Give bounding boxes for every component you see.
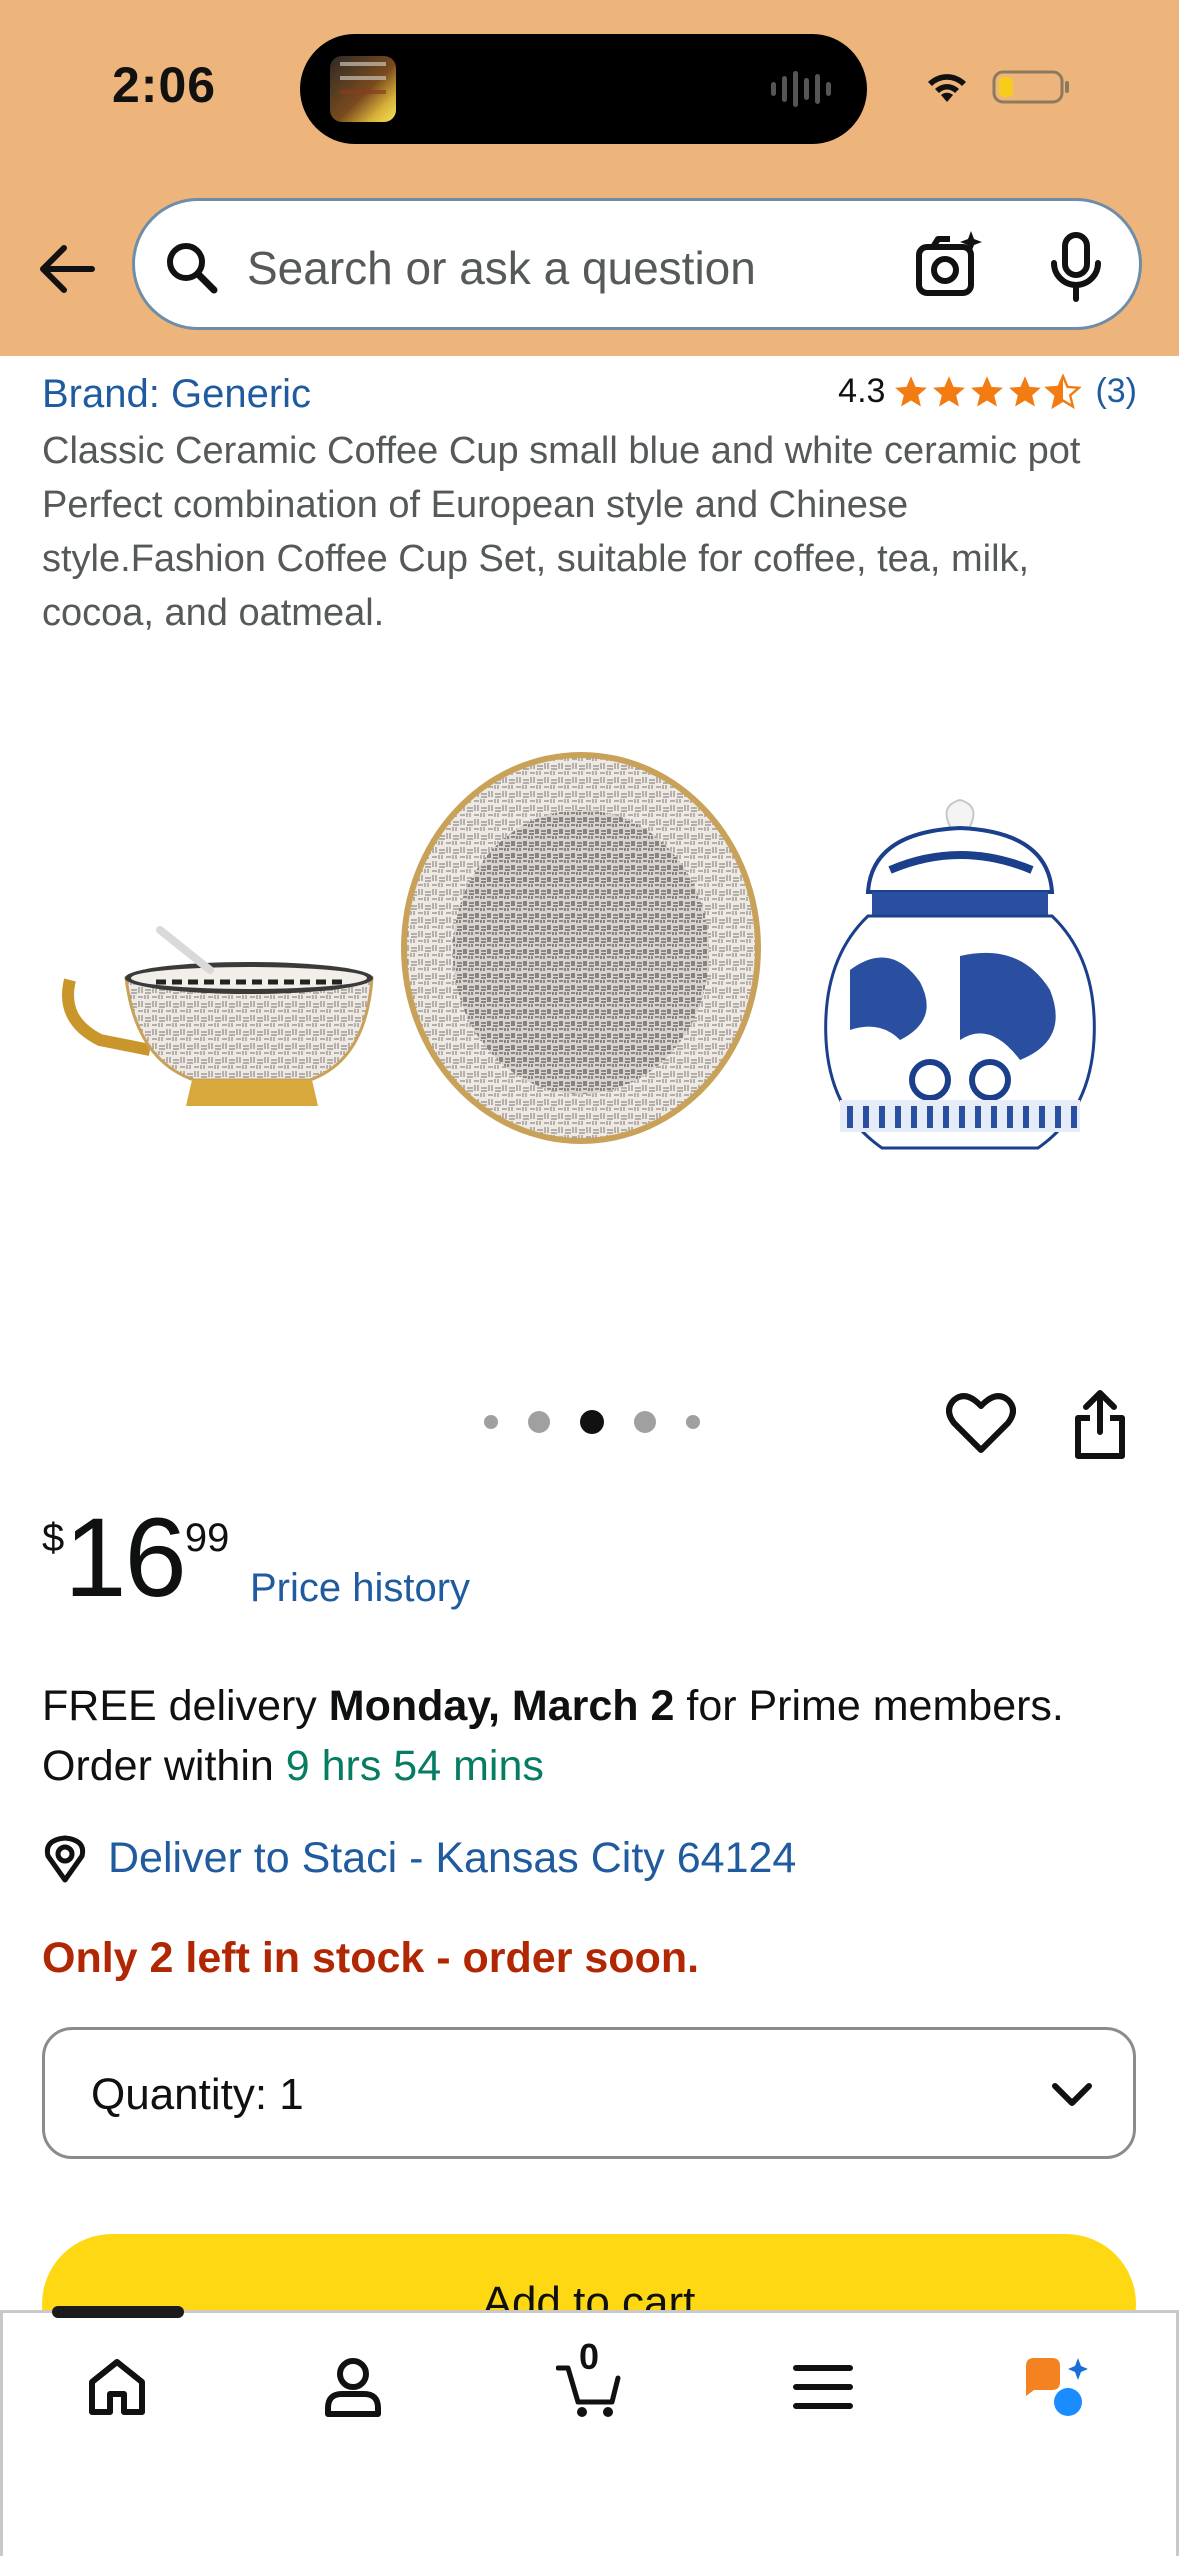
account-icon [325,2358,381,2417]
star-half-icon [1045,373,1082,409]
back-arrow-icon[interactable] [36,238,98,300]
carousel-dot[interactable] [528,1411,550,1433]
chevron-down-icon [1052,2083,1092,2106]
carousel-dot[interactable] [686,1415,700,1429]
star-full-icon [971,375,1004,407]
delivery-prefix: FREE delivery [42,1682,329,1730]
now-playing-artwork [330,56,396,122]
heart-icon[interactable] [946,1390,1016,1456]
nav-home[interactable] [72,2342,162,2432]
rating-count-link[interactable]: (3) [1095,372,1137,411]
quantity-select[interactable]: Quantity: 1 [42,2027,1136,2159]
wifi-icon [928,74,966,102]
nav-rufus[interactable] [1010,2342,1100,2432]
quantity-label: Quantity: 1 [91,2070,304,2119]
star-full-icon [933,375,966,407]
image-carousel-dots[interactable] [484,1410,700,1434]
camera-icon[interactable] [913,229,987,303]
price-whole: 16 [64,1495,187,1620]
rating-stars [893,373,1082,410]
price-currency: $ [42,1516,65,1560]
app-header: 2:06 Search or ask a question [0,0,1179,356]
search-icon [167,243,218,294]
nav-menu[interactable] [778,2342,868,2432]
star-full-icon [1009,375,1042,407]
dynamic-island [300,34,867,144]
share-icon[interactable] [1072,1388,1128,1460]
rating-value: 4.3 [838,372,886,410]
star-full-icon [895,375,928,407]
home-icon [89,2359,145,2415]
price: $ 16 99 [42,1502,229,1614]
mic-icon[interactable] [1047,231,1105,303]
delivery-message: FREE delivery Monday, March 2 for Prime … [42,1676,1152,1796]
product-title: Classic Ceramic Coffee Cup small blue an… [42,430,1081,634]
status-time: 2:06 [112,57,217,113]
price-fraction: 99 [184,1516,230,1560]
cart-count-badge: 0 [578,2336,600,2377]
delivery-countdown: 9 hrs 54 mins [285,1742,544,1790]
carousel-dot[interactable] [484,1415,498,1429]
stock-status: Only 2 left in stock - order soon. [42,1934,700,1982]
brand-link[interactable]: Brand: Generic [42,372,311,417]
nav-active-indicator [52,2306,184,2318]
rufus-icon [1026,2358,1088,2416]
menu-icon [793,2365,853,2409]
nav-account[interactable] [308,2342,398,2432]
battery-icon [992,70,1069,104]
search-bar[interactable]: Search or ask a question [132,198,1142,330]
audio-waveform-icon [771,70,833,108]
location-pin-icon [44,1835,86,1883]
nav-cart[interactable]: 0 [544,2336,634,2432]
price-history-link[interactable]: Price history [250,1566,470,1611]
search-input[interactable]: Search or ask a question [247,241,756,295]
deliver-to-link[interactable]: Deliver to Staci - Kansas City 64124 [108,1834,796,1883]
carousel-dot[interactable] [634,1411,656,1433]
product-image[interactable] [60,720,1120,1200]
rating-summary[interactable]: 4.3 (3) [838,372,1137,411]
delivery-date: Monday, March 2 [328,1682,675,1730]
carousel-dot-active[interactable] [580,1410,604,1434]
